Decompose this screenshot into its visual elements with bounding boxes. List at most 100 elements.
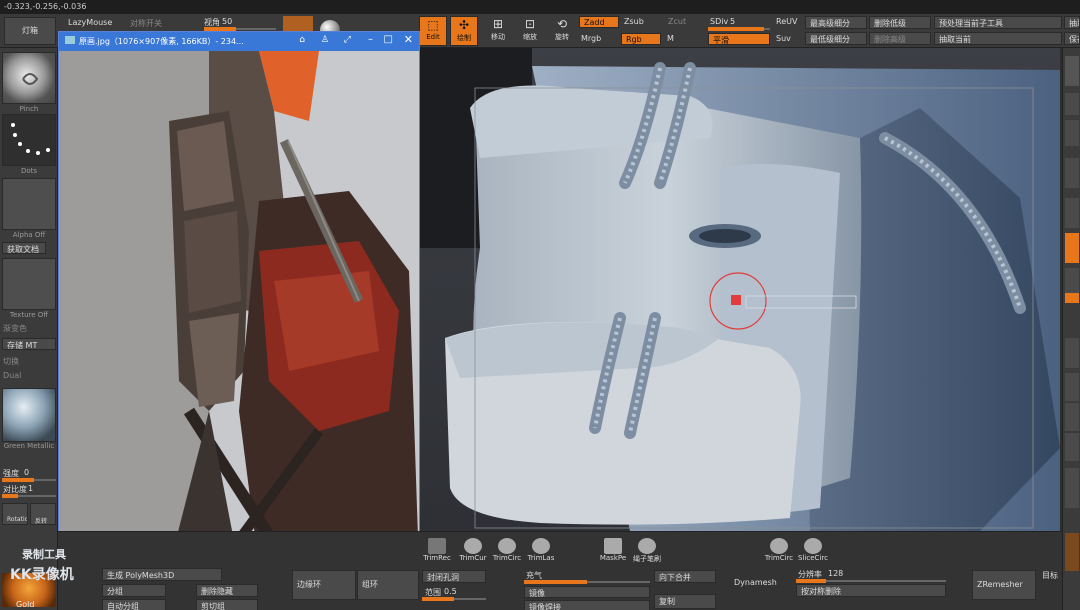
scale-button[interactable]: ⊡ 缩放 xyxy=(516,16,544,46)
inflate-slider[interactable] xyxy=(524,580,650,584)
zsub-button[interactable]: Zsub xyxy=(624,17,644,26)
reference-window-titlebar[interactable]: 原画.jpg（1076×907像素, 166KB）- 234... ⌂ ♙ ⤢ … xyxy=(59,32,419,51)
floor-icon[interactable] xyxy=(1065,268,1079,293)
close-holes-button[interactable]: 封闭孔洞 xyxy=(422,570,486,583)
edge-loop-button[interactable]: 边缘环 xyxy=(292,570,356,600)
contrast-slider[interactable] xyxy=(2,494,56,498)
suv-button[interactable]: Suv xyxy=(776,34,791,43)
delete-lower-button[interactable]: 删除低级 xyxy=(869,16,931,29)
rgb-button[interactable]: Rgb xyxy=(621,33,661,45)
get-document-button[interactable]: 获取文档 xyxy=(2,242,46,254)
trim-circle-icon xyxy=(498,538,516,554)
texture-thumbnail[interactable] xyxy=(2,258,56,310)
m-button[interactable]: M xyxy=(667,34,674,43)
edit-button[interactable]: ⬚ Edit xyxy=(419,16,447,46)
close-icon[interactable]: ✕ xyxy=(404,33,413,46)
reverse-button[interactable]: 反转 xyxy=(30,503,56,525)
save-mt-button[interactable]: 存储 MT xyxy=(2,338,56,350)
auto-group-button[interactable]: 自动分组 xyxy=(102,599,166,610)
maximize-icon[interactable]: □ xyxy=(384,34,393,45)
target-label: 目标 xyxy=(1042,571,1058,580)
trimcurve-brush[interactable]: TrimCur xyxy=(456,538,490,566)
mirror-button[interactable]: 镜像 xyxy=(524,586,650,598)
intensity-slider[interactable] xyxy=(2,478,56,482)
rotate-button[interactable]: ⟲ 旋转 xyxy=(548,16,576,46)
mrgb-button[interactable]: Mrgb xyxy=(581,34,601,43)
rope-brush[interactable]: 绳子笔刷 xyxy=(630,538,664,566)
alpha-thumbnail[interactable] xyxy=(2,178,56,230)
highest-subdiv-button[interactable]: 最高级细分 xyxy=(805,16,867,29)
group-button[interactable]: 分组 xyxy=(102,584,166,597)
scale-view-icon[interactable] xyxy=(1065,403,1079,431)
dynamesh-button[interactable]: Dynamesh xyxy=(734,578,777,587)
scroll-icon[interactable] xyxy=(1065,120,1079,146)
switch-button[interactable]: 切换 xyxy=(3,356,19,367)
gradient-button[interactable]: 渐变色 xyxy=(3,323,27,334)
trimlasso-brush[interactable]: TrimLas xyxy=(524,538,558,566)
rotate-view-icon[interactable] xyxy=(1065,433,1079,461)
generate-polymesh-button[interactable]: 生成 PolyMesh3D xyxy=(102,568,222,581)
zoom-icon[interactable] xyxy=(1065,158,1079,188)
local-icon[interactable] xyxy=(1065,293,1079,303)
extract-current-button[interactable]: 抽取当前 xyxy=(934,32,1062,45)
polyframe-icon[interactable] xyxy=(1065,533,1079,571)
smooth-button[interactable]: 平滑 xyxy=(708,33,770,45)
extract-button[interactable]: 抽取 xyxy=(1064,16,1080,29)
hand-icon[interactable] xyxy=(1065,373,1079,401)
3d-viewport[interactable] xyxy=(420,48,1060,531)
rotation-button[interactable]: Rotation xyxy=(2,503,28,525)
reference-artwork xyxy=(59,51,419,567)
lightbox-button[interactable]: 灯箱 xyxy=(4,17,56,45)
trim-rect-icon xyxy=(428,538,446,554)
save-button[interactable]: 保存 xyxy=(1064,32,1080,45)
reference-image-window[interactable]: 原画.jpg（1076×907像素, 166KB）- 234... ⌂ ♙ ⤢ … xyxy=(58,31,420,568)
lowest-subdiv-button[interactable]: 最低级细分 xyxy=(805,32,867,45)
mirror-weld-button[interactable]: 镜像焊接 xyxy=(524,600,650,610)
brush-thumbnail[interactable] xyxy=(2,52,56,104)
cut-group-button[interactable]: 剪切组 xyxy=(196,599,258,610)
move-button[interactable]: ⊞ 移动 xyxy=(484,16,512,46)
group-loop-button[interactable]: 组环 xyxy=(357,570,419,600)
lazymouse-button[interactable]: LazyMouse xyxy=(68,18,112,27)
rotate-icon: ⟲ xyxy=(556,17,568,31)
delete-hidden-button[interactable]: 删除隐藏 xyxy=(196,584,258,597)
delete-by-symmetry-button[interactable]: 按对称删除 xyxy=(796,584,946,597)
zcut-button[interactable]: Zcut xyxy=(668,17,686,26)
draw-button[interactable]: ✣ 绘制 xyxy=(450,16,478,46)
resolution-slider[interactable] xyxy=(796,579,946,583)
spix-button[interactable] xyxy=(1065,93,1079,115)
trim-curve-icon xyxy=(464,538,482,554)
fit-icon[interactable]: ⤢ xyxy=(344,35,351,45)
brush-name: Pinch xyxy=(19,105,39,113)
trim-circle-icon xyxy=(770,538,788,554)
zadd-button[interactable]: Zadd xyxy=(579,16,619,28)
trimcircle-brush[interactable]: TrimCirc xyxy=(490,538,524,566)
range-slider[interactable] xyxy=(422,597,486,601)
pin-icon[interactable]: ⌂ xyxy=(299,35,305,45)
zremesher-button[interactable]: ZRemesher xyxy=(972,570,1036,600)
preprocess-subtool-button[interactable]: 预处理当前子工具 xyxy=(934,16,1062,29)
slicecircle-brush[interactable]: SliceCirc xyxy=(796,538,830,566)
copy-button[interactable]: 复制 xyxy=(654,594,716,609)
trimrect-brush[interactable]: TrimRec xyxy=(420,538,454,566)
persp-icon[interactable] xyxy=(1065,233,1079,263)
angle-slider[interactable] xyxy=(204,27,276,31)
linefill-icon[interactable] xyxy=(1065,468,1079,508)
shirt-icon[interactable]: ♙ xyxy=(321,35,329,45)
maskpen-brush[interactable]: MaskPe xyxy=(596,538,630,566)
move-view-icon[interactable] xyxy=(1065,338,1079,368)
merge-down-button[interactable]: 向下合并 xyxy=(654,570,716,583)
material-thumbnail[interactable] xyxy=(2,388,56,442)
dual-button[interactable]: Dual xyxy=(3,371,21,380)
watermark-line1: 录制工具 xyxy=(22,548,66,561)
delete-higher-button[interactable]: 删除高级 xyxy=(869,32,931,45)
sdiv-slider[interactable] xyxy=(708,27,770,31)
stroke-thumbnail[interactable] xyxy=(2,114,56,166)
actual-icon[interactable] xyxy=(1065,198,1079,228)
bottom-palette: TrimRec TrimCur TrimCirc TrimLas MaskPe … xyxy=(58,531,1062,610)
reuv-button[interactable]: ReUV xyxy=(776,17,797,26)
minimize-icon[interactable]: – xyxy=(368,34,373,45)
bpr-button[interactable] xyxy=(1065,56,1079,86)
trimcircle2-brush[interactable]: TrimCirc xyxy=(762,538,796,566)
symmetry-toggle[interactable]: 对称开关 xyxy=(130,18,162,29)
